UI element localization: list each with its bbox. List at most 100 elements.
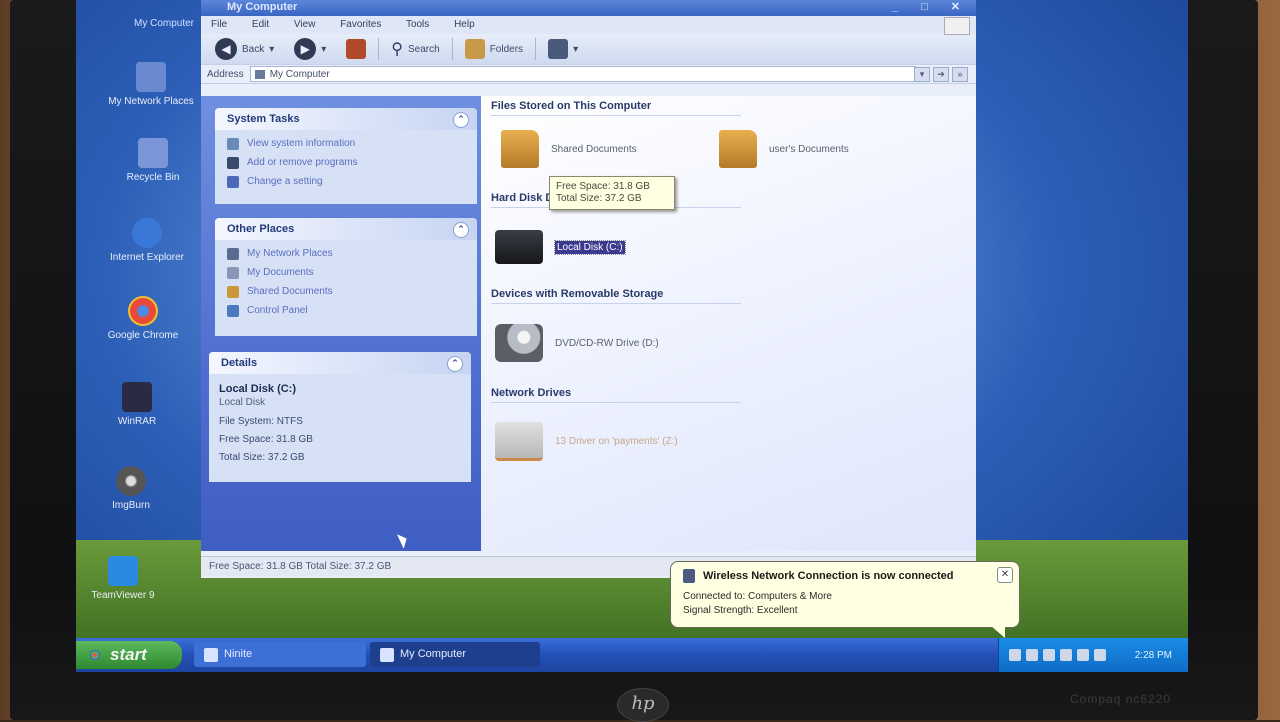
group-removable: Devices with Removable Storage: [491, 288, 741, 304]
menu-tools[interactable]: Tools: [406, 19, 429, 30]
links-button[interactable]: »: [952, 67, 968, 82]
search-icon: ⚲: [391, 41, 404, 58]
wireless-tray-icon[interactable]: [1077, 649, 1089, 661]
chevron-down-icon[interactable]: ▾: [269, 44, 274, 55]
network-balloon[interactable]: Wireless Network Connection is now conne…: [670, 561, 1020, 638]
window-controls[interactable]: _ □ ✕: [892, 0, 970, 14]
network-drive-icon: [495, 422, 543, 461]
details-body: Local Disk (C:) Local Disk File System: …: [209, 374, 471, 475]
taskbar-button-my-computer[interactable]: My Computer: [370, 642, 540, 667]
item-dvd-drive[interactable]: DVD/CD-RW Drive (D:): [495, 324, 659, 362]
control-panel-icon: [227, 304, 239, 317]
place-control-panel[interactable]: Control Panel: [215, 301, 477, 320]
clock[interactable]: 2:28 PM: [1135, 650, 1172, 661]
collapse-icon[interactable]: ⌃: [453, 112, 469, 128]
collapse-icon[interactable]: ⌃: [453, 222, 469, 238]
internet-explorer-icon: [132, 218, 162, 248]
battery-icon[interactable]: [1094, 649, 1106, 661]
address-field[interactable]: My Computer: [249, 66, 916, 82]
desktop-icon-label: My Network Places: [108, 96, 194, 107]
taskbar-button-ninite[interactable]: Ninite: [194, 642, 366, 667]
computer-icon: [380, 647, 394, 662]
network-icon: [136, 62, 166, 92]
desktop-icon-recycle[interactable]: Recycle Bin: [108, 138, 198, 183]
menu-view[interactable]: View: [294, 19, 316, 30]
forward-button[interactable]: ▶ ▾: [286, 35, 334, 63]
views-button[interactable]: ▾: [540, 35, 586, 63]
volume-icon[interactable]: [1060, 649, 1072, 661]
up-button[interactable]: [338, 35, 374, 63]
control-panel-icon: [227, 175, 239, 188]
search-button[interactable]: ⚲ Search: [383, 35, 447, 63]
item-shared-documents[interactable]: Shared Documents: [501, 130, 637, 168]
toolbar-separator: [451, 38, 453, 60]
place-shared-documents[interactable]: Shared Documents: [215, 282, 477, 301]
screen: My Computer My Network Places Recycle Bi…: [76, 0, 1188, 672]
security-tray-icon[interactable]: [1026, 649, 1038, 661]
item-network-drive[interactable]: 13 Driver on 'payments' (Z:): [495, 422, 678, 461]
address-bar: Address My Computer ▾ ➔ »: [201, 64, 976, 84]
start-label: start: [110, 645, 147, 664]
back-button[interactable]: ◀ Back ▾: [207, 35, 282, 63]
collapse-icon[interactable]: ⌃: [447, 356, 463, 372]
winrar-icon: [122, 382, 152, 412]
update-tray-icon[interactable]: [1043, 649, 1055, 661]
teamviewer-icon: [108, 556, 138, 586]
my-computer-window: My Computer _ □ ✕ File Edit View Favorit…: [201, 0, 976, 578]
desktop-icon-chrome[interactable]: Google Chrome: [98, 296, 188, 341]
network-tray-icon[interactable]: [1009, 649, 1021, 661]
model-label: Compaq nc6220: [1070, 692, 1172, 706]
chevron-down-icon[interactable]: ▾: [321, 44, 326, 55]
hp-logo: hp: [617, 688, 669, 722]
group-files-stored: Files Stored on This Computer: [491, 100, 741, 116]
desktop-icon-winrar[interactable]: WinRAR: [92, 382, 182, 427]
place-label: My Documents: [247, 267, 314, 278]
place-label: Shared Documents: [247, 286, 333, 297]
desktop-icon-ie[interactable]: Internet Explorer: [102, 218, 192, 263]
desktop-icon-label: Internet Explorer: [110, 252, 184, 263]
details-total-size: Total Size: 37.2 GB: [219, 452, 305, 463]
system-tasks-title: System Tasks: [227, 113, 300, 125]
folders-button[interactable]: Folders: [457, 35, 531, 63]
desktop-icon-teamviewer[interactable]: TeamViewer 9: [78, 556, 168, 601]
toolbar-separator: [535, 38, 537, 60]
details-name: Local Disk (C:): [219, 383, 297, 395]
address-label: Address: [207, 68, 244, 80]
desktop-icon-imgburn[interactable]: ImgBurn: [86, 466, 176, 511]
desktop-icon-network[interactable]: My Network Places: [106, 62, 196, 107]
task-add-remove-programs[interactable]: Add or remove programs: [215, 153, 477, 172]
window-title: My Computer: [227, 1, 298, 13]
chevron-down-icon[interactable]: ▾: [573, 44, 578, 55]
title-bar[interactable]: My Computer _ □ ✕: [201, 0, 976, 16]
menu-bar: File Edit View Favorites Tools Help: [201, 16, 976, 35]
task-label: Add or remove programs: [247, 157, 358, 168]
address-dropdown-button[interactable]: ▾: [914, 67, 930, 82]
menu-help[interactable]: Help: [454, 19, 475, 30]
system-tasks-panel: System Tasks ⌃ View system information A…: [215, 108, 477, 204]
close-icon[interactable]: ✕: [997, 567, 1013, 583]
start-button[interactable]: start: [76, 641, 182, 669]
task-view-system-info[interactable]: View system information: [215, 134, 477, 153]
address-buttons: ▾ ➔ »: [914, 67, 968, 82]
back-arrow-icon: ◀: [215, 38, 237, 60]
toolbar-separator: [378, 38, 380, 60]
other-places-header[interactable]: Other Places ⌃: [215, 218, 477, 240]
menu-file[interactable]: File: [211, 19, 227, 30]
task-change-setting[interactable]: Change a setting: [215, 172, 477, 191]
item-local-disk[interactable]: Local Disk (C:): [495, 230, 626, 264]
details-header[interactable]: Details ⌃: [209, 352, 471, 374]
system-tasks-header[interactable]: System Tasks ⌃: [215, 108, 477, 130]
place-my-documents[interactable]: My Documents: [215, 263, 477, 282]
desktop-icon-label: Recycle Bin: [126, 172, 180, 183]
go-arrow-icon[interactable]: ➔: [933, 67, 949, 82]
item-label: user's Documents: [769, 143, 849, 155]
computer-icon: [254, 69, 265, 79]
task-label: View system information: [247, 138, 356, 149]
item-users-documents[interactable]: user's Documents: [719, 130, 849, 168]
balloon-title: Wireless Network Connection is now conne…: [703, 570, 954, 582]
menu-edit[interactable]: Edit: [252, 19, 269, 30]
task-label: Change a setting: [247, 176, 323, 187]
place-my-network[interactable]: My Network Places: [215, 244, 477, 263]
menu-favorites[interactable]: Favorites: [340, 19, 381, 30]
details-kind: Local Disk: [219, 397, 266, 408]
